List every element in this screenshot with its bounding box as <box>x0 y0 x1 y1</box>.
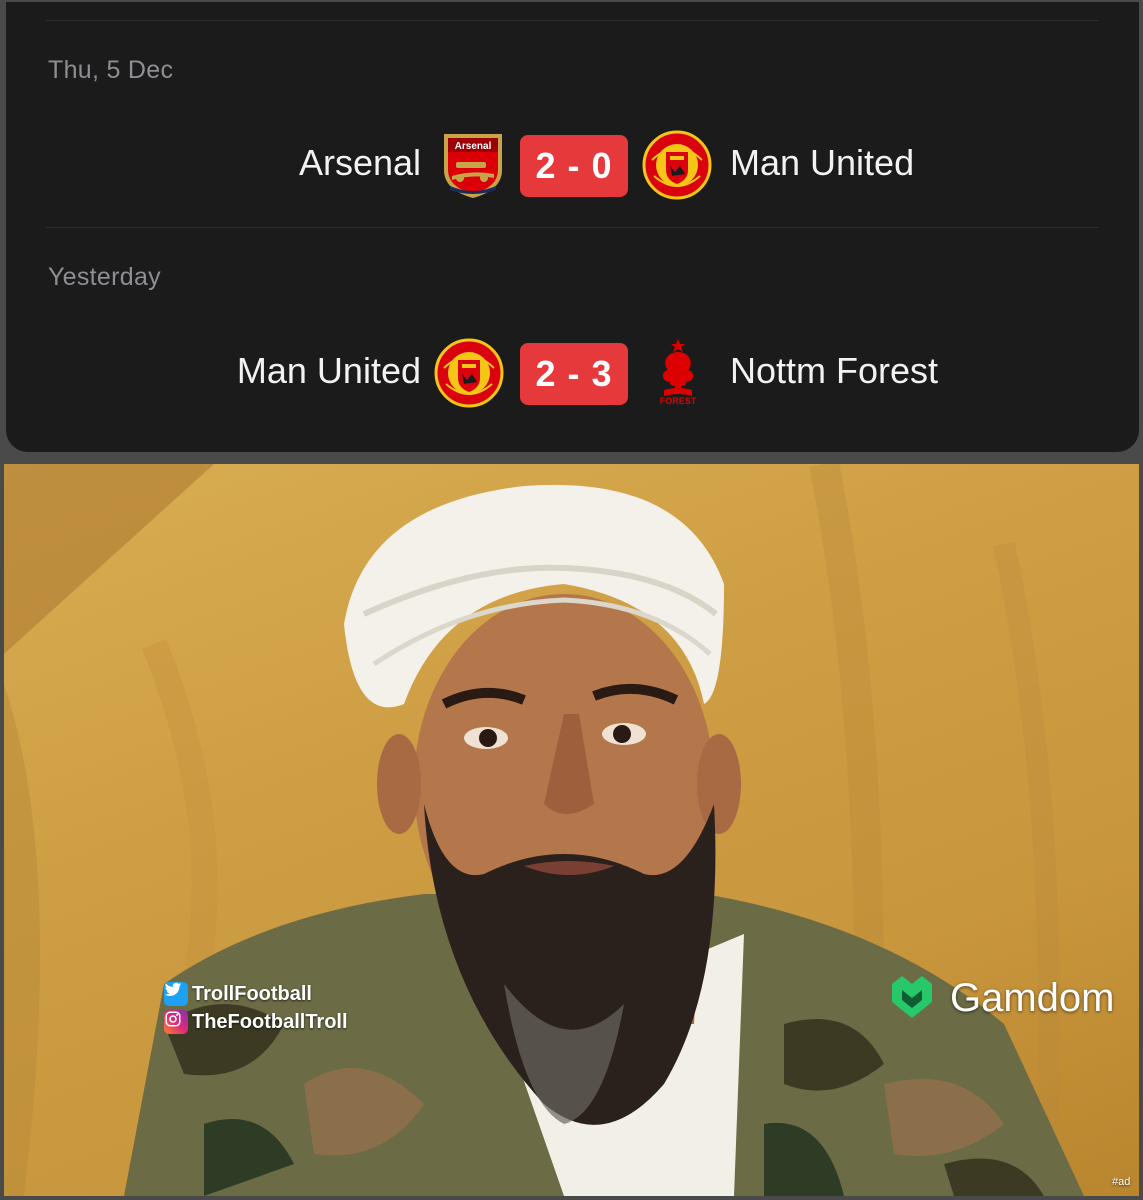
gamdom-castle-icon <box>892 976 932 1018</box>
man-united-crest-icon <box>642 130 712 200</box>
match-row[interactable]: Man United 2 - 3 FOREST Nottm Forest <box>6 338 1139 408</box>
nottm-forest-crest-icon: FOREST <box>660 339 697 406</box>
divider <box>46 20 1099 21</box>
image-frame: Thu, 5 Dec Arsenal Arsenal 2 - 0 Man Uni… <box>0 0 1143 1200</box>
man-united-crest-icon <box>434 338 504 408</box>
portrait-illustration <box>4 464 1084 1196</box>
instagram-icon <box>164 1010 188 1034</box>
score-badge[interactable]: 2 - 0 <box>520 135 628 197</box>
results-panel: Thu, 5 Dec Arsenal Arsenal 2 - 0 Man Uni… <box>6 2 1139 452</box>
twitter-watermark: TrollFootball <box>164 982 312 1006</box>
home-team-name[interactable]: Arsenal <box>299 142 421 184</box>
date-header: Thu, 5 Dec <box>48 56 174 84</box>
twitter-icon <box>164 982 188 1006</box>
gamdom-wordmark: Gamdom <box>950 975 1115 1020</box>
instagram-handle: TheFootballTroll <box>192 1010 348 1033</box>
away-team-name[interactable]: Nottm Forest <box>730 350 938 392</box>
match-row[interactable]: Arsenal Arsenal 2 - 0 Man United <box>6 130 1139 200</box>
twitter-handle: TrollFootball <box>192 982 312 1005</box>
arsenal-crest-text: Arsenal <box>455 141 492 152</box>
gamdom-logo: Gamdom <box>888 972 1115 1024</box>
arsenal-crest-icon: Arsenal <box>444 134 502 198</box>
home-team-name[interactable]: Man United <box>237 350 421 392</box>
ad-tag: #ad <box>1112 1176 1131 1188</box>
instagram-watermark: TheFootballTroll <box>164 1010 348 1034</box>
divider <box>46 227 1099 228</box>
forest-crest-text: FOREST <box>660 396 697 406</box>
meme-photo: TrollFootball TheFootballTroll <box>4 464 1139 1196</box>
score-badge[interactable]: 2 - 3 <box>520 343 628 405</box>
date-header: Yesterday <box>48 263 161 291</box>
away-team-name[interactable]: Man United <box>730 142 914 184</box>
